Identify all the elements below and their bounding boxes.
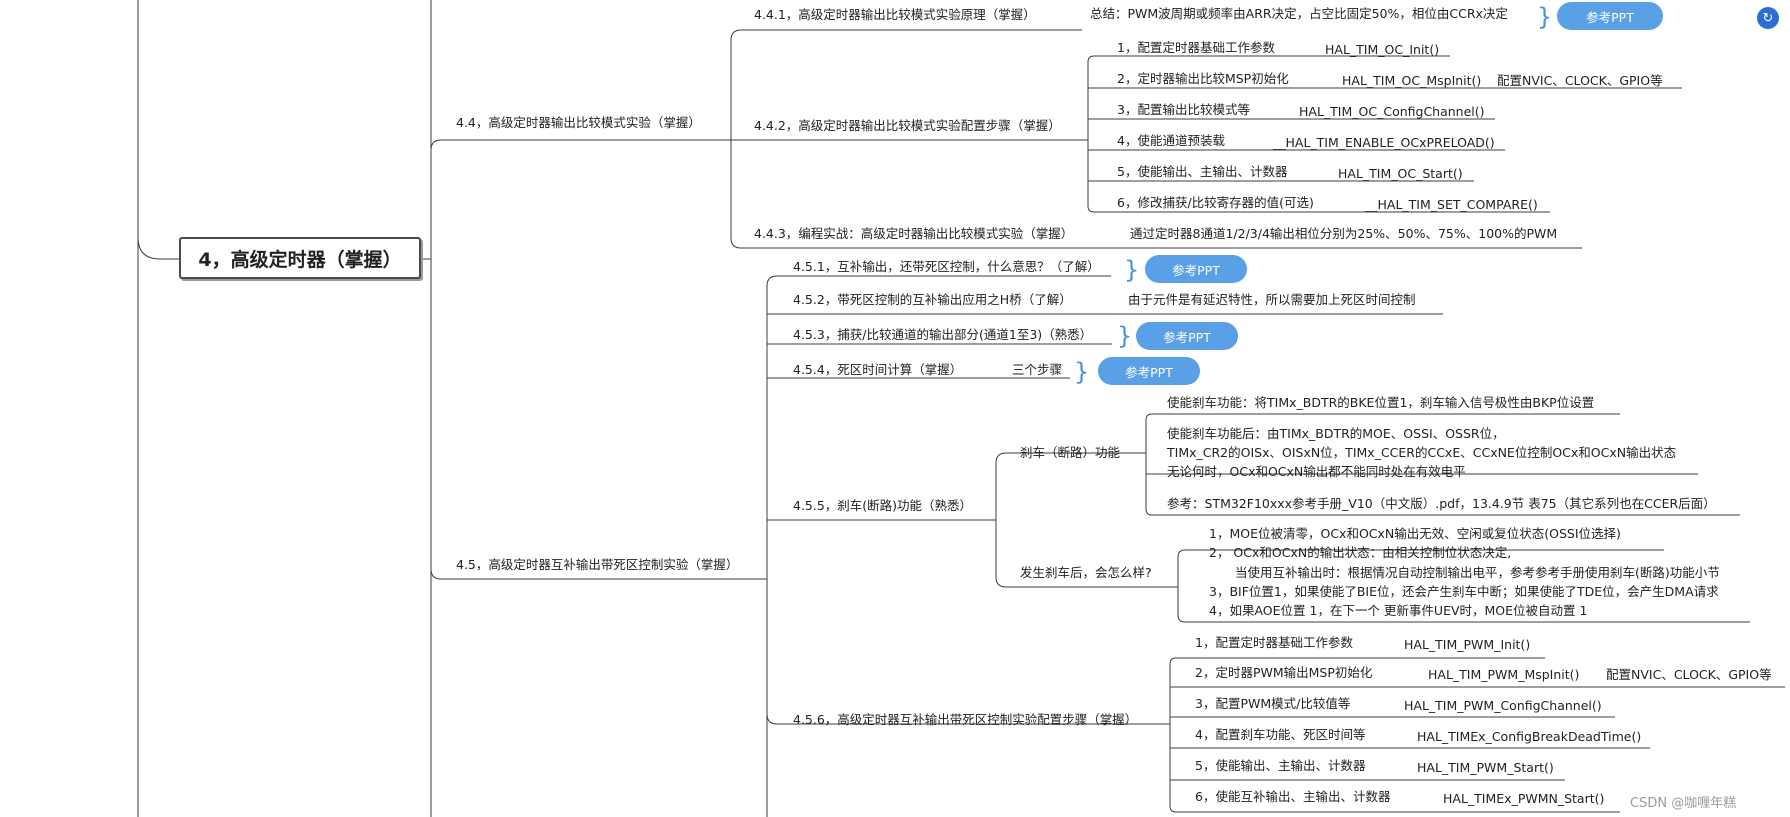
step-label[interactable]: 5，使能输出、主输出、计数器 <box>1195 758 1365 774</box>
node-4-5-3[interactable]: 4.5.3，捕获/比较通道的输出部分(通道1至3)（熟悉） <box>793 327 1092 343</box>
step-label[interactable]: 1，配置定时器基础工作参数 <box>1117 40 1275 56</box>
brake-item[interactable]: 使能刹车功能：将TIMx_BDTR的BKE位置1，刹车输入信号极性由BKP位设置 <box>1167 395 1594 411</box>
ppt-button-4-5-1[interactable]: 参考PPT <box>1145 255 1247 283</box>
ppt-button-4-5-4[interactable]: 参考PPT <box>1098 357 1200 385</box>
step-func[interactable]: HAL_TIMEx_PWMN_Start() <box>1443 791 1604 807</box>
after-item[interactable]: 1，MOE位被清零，OCx和OCxN输出无效、空闲或复位状态(OSSI位选择) <box>1209 526 1621 542</box>
node-4-5-4[interactable]: 4.5.4，死区时间计算（掌握） <box>793 362 962 378</box>
root-node[interactable]: 4，高级定时器（掌握） <box>179 237 421 279</box>
step-label[interactable]: 2，定时器输出比较MSP初始化 <box>1117 71 1289 87</box>
after-brake-node[interactable]: 发生刹车后，会怎么样? <box>1020 565 1152 581</box>
step-note[interactable]: 配置NVIC、CLOCK、GPIO等 <box>1606 667 1772 683</box>
step-label[interactable]: 3，配置PWM模式/比较值等 <box>1195 696 1350 712</box>
step-func[interactable]: __HAL_TIM_ENABLE_OCxPRELOAD() <box>1273 135 1495 151</box>
step-label[interactable]: 6，使能互补输出、主输出、计数器 <box>1195 789 1390 805</box>
node-4-5-1[interactable]: 4.5.1，互补输出，还带死区控制，什么意思？（了解） <box>793 259 1100 275</box>
watermark: CSDN @咖喱年糕 <box>1630 796 1737 811</box>
step-func[interactable]: HAL_TIM_PWM_Start() <box>1417 760 1554 776</box>
step-label[interactable]: 2，定时器PWM输出MSP初始化 <box>1195 665 1372 681</box>
step-func[interactable]: HAL_TIM_OC_MspInit() <box>1342 73 1481 89</box>
brace-icon: } <box>1117 322 1133 350</box>
brake-item[interactable]: 使能刹车功能后：由TIMx_BDTR的MOE、OSSI、OSSR位， <box>1167 426 1505 442</box>
step-func[interactable]: HAL_TIM_OC_ConfigChannel() <box>1299 104 1485 120</box>
brake-item[interactable]: TIMx_CR2的OISx、OISxN位，TIMx_CCER的CCxE、CCxN… <box>1167 445 1676 461</box>
brace-icon: } <box>1537 3 1553 31</box>
node-4-4-3[interactable]: 4.4.3，编程实战：高级定时器输出比较模式实验（掌握） <box>754 226 1073 242</box>
after-item[interactable]: 3，BIF位置1，如果使能了BIE位，还会产生刹车中断；如果使能了TDE位，会产… <box>1209 584 1719 600</box>
step-label[interactable]: 1，配置定时器基础工作参数 <box>1195 635 1353 651</box>
step-label[interactable]: 4，使能通道预装载 <box>1117 133 1225 149</box>
step-func[interactable]: __HAL_TIM_SET_COMPARE() <box>1365 197 1538 213</box>
brake-function-node[interactable]: 刹车（断路）功能 <box>1020 445 1120 461</box>
step-label[interactable]: 6，修改捕获/比较寄存器的值(可选) <box>1117 195 1314 211</box>
after-item[interactable]: 4，如果AOE位置 1，在下一个 更新事件UEV时，MOE位被自动置 1 <box>1209 603 1587 619</box>
step-func[interactable]: HAL_TIMEx_ConfigBreakDeadTime() <box>1417 729 1641 745</box>
brace-icon: } <box>1124 256 1140 284</box>
node-4-4-1-summary[interactable]: 总结：PWM波周期或频率由ARR决定，占空比固定50%，相位由CCRx决定 <box>1090 6 1508 22</box>
root-label: 4，高级定时器（掌握） <box>198 248 402 271</box>
step-func[interactable]: HAL_TIM_PWM_MspInit() <box>1428 667 1579 683</box>
node-4-5-2[interactable]: 4.5.2，带死区控制的互补输出应用之H桥（了解） <box>793 292 1072 308</box>
step-label[interactable]: 3，配置输出比较模式等 <box>1117 102 1250 118</box>
node-4-5-6[interactable]: 4.5.6，高级定时器互补输出带死区控制实验配置步骤（掌握） <box>793 712 1137 728</box>
after-item[interactable]: 当使用互补输出时：根据情况自动控制输出电平，参考参考手册使用刹车(断路)功能小节 <box>1235 565 1720 581</box>
node-4-4-2[interactable]: 4.4.2，高级定时器输出比较模式实验配置步骤（掌握） <box>754 118 1061 134</box>
node-4-5-2-note[interactable]: 由于元件是有延迟特性，所以需要加上死区时间控制 <box>1128 292 1416 308</box>
ppt-button-4-4-1[interactable]: 参考PPT <box>1557 2 1663 30</box>
ppt-button-4-5-3[interactable]: 参考PPT <box>1136 322 1238 350</box>
brake-item[interactable]: 无论何时，OCx和OCxN输出都不能同时处在有效电平 <box>1167 464 1466 480</box>
node-4-5[interactable]: 4.5，高级定时器互补输出带死区控制实验（掌握） <box>456 557 738 573</box>
node-4-5-5[interactable]: 4.5.5，刹车(断路)功能（熟悉） <box>793 498 972 514</box>
step-func[interactable]: HAL_TIM_PWM_ConfigChannel() <box>1404 698 1602 714</box>
step-note[interactable]: 配置NVIC、CLOCK、GPIO等 <box>1497 73 1663 89</box>
step-func[interactable]: HAL_TIM_OC_Init() <box>1325 42 1439 58</box>
refresh-icon[interactable]: ↻ <box>1757 7 1779 29</box>
brace-icon: } <box>1074 358 1090 386</box>
node-4-4-1[interactable]: 4.4.1，高级定时器输出比较模式实验原理（掌握） <box>754 7 1036 23</box>
step-label[interactable]: 5，使能输出、主输出、计数器 <box>1117 164 1287 180</box>
node-4-4[interactable]: 4.4，高级定时器输出比较模式实验（掌握） <box>456 115 701 131</box>
step-func[interactable]: HAL_TIM_PWM_Init() <box>1404 637 1530 653</box>
after-item[interactable]: 2， OCx和OCxN的输出状态：由相关控制位状态决定, <box>1209 545 1511 561</box>
step-label[interactable]: 4，配置刹车功能、死区时间等 <box>1195 727 1365 743</box>
node-4-5-4-note[interactable]: 三个步骤 <box>1012 362 1062 378</box>
node-4-4-3-note[interactable]: 通过定时器8通道1/2/3/4输出相位分别为25%、50%、75%、100%的P… <box>1130 226 1557 242</box>
step-func[interactable]: HAL_TIM_OC_Start() <box>1338 166 1463 182</box>
brake-item[interactable]: 参考：STM32F10xxx参考手册_V10（中文版）.pdf，13.4.9节 … <box>1167 496 1716 512</box>
